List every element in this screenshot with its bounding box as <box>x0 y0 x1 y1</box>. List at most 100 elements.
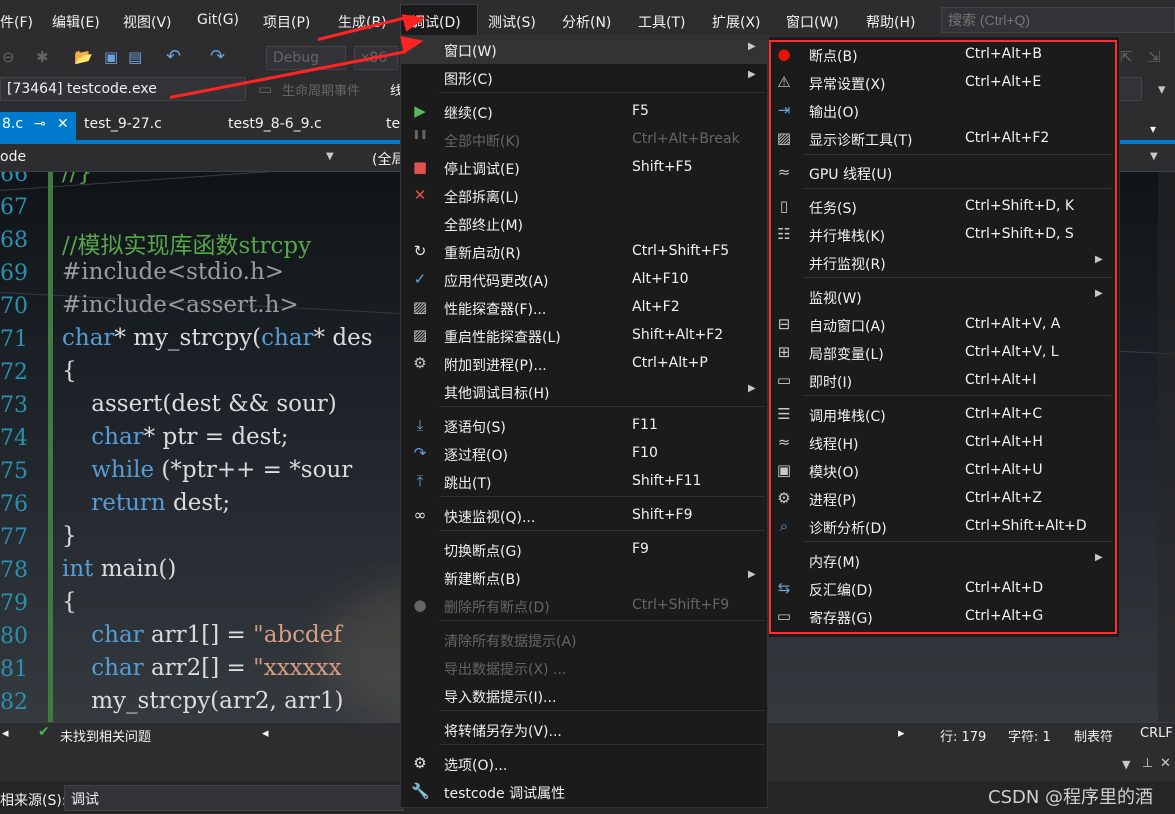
restart-icon: ↻ <box>413 242 427 260</box>
debug-menu-item[interactable]: ⚙ 选项(O)... <box>401 750 767 778</box>
menu-extensions[interactable]: 扩展(X) <box>712 12 761 32</box>
chevron-down-icon[interactable]: ▼ <box>326 151 334 162</box>
navigate-back-icon[interactable]: ⊖ <box>2 48 15 66</box>
debug-menu-item-shortcut: F11 <box>632 417 658 433</box>
debug-menu-item-label: 新建断点(B) <box>444 572 521 588</box>
tab-label-active[interactable]: 8.c <box>2 116 23 132</box>
debug-menu-item-label: 导入数据提示(I)... <box>444 690 557 706</box>
debug-menu-item[interactable]: ↻ 重新启动(R) Ctrl+Shift+F5 <box>401 238 767 266</box>
menu-window[interactable]: 窗口(W) <box>786 12 839 32</box>
debug-menu-item[interactable]: 图形(C) ▶ <box>401 64 767 92</box>
menu-tools[interactable]: 工具(T) <box>638 12 685 32</box>
stop-icon: ■ <box>412 158 428 176</box>
close-tab-icon[interactable]: ✕ <box>57 116 69 132</box>
menu-git[interactable]: Git(G) <box>197 12 239 28</box>
debug-menu-item[interactable]: 窗口(W) ▶ <box>401 36 767 64</box>
menu-help[interactable]: 帮助(H) <box>866 12 915 32</box>
pin2-icon[interactable]: ⇲ <box>1148 48 1161 66</box>
open-folder-icon[interactable]: 📂 <box>74 48 93 66</box>
debug-menu-item[interactable]: ▶ 继续(C) F5 <box>401 98 767 126</box>
hscroll-left-icon[interactable]: ◂ <box>262 726 269 741</box>
code-line[interactable]: char* my_strcpy(char* des <box>62 325 373 351</box>
toolbar-overflow-icon[interactable]: ▾ <box>1158 80 1166 98</box>
code-line[interactable]: char arr2[] = "xxxxxx <box>62 655 341 681</box>
code-line[interactable]: } <box>62 523 77 549</box>
column-indicator[interactable]: 字符: 1 <box>1008 726 1051 745</box>
debug-menu-item[interactable]: 其他调试目标(H) ▶ <box>401 378 767 406</box>
debug-menu-item[interactable]: 导入数据提示(I)... <box>401 682 767 710</box>
panel-dropdown-icon[interactable]: ▼ <box>1122 758 1130 771</box>
project-scope-dropdown[interactable]: ode <box>0 149 26 165</box>
menu-edit[interactable]: 编辑(E) <box>52 12 100 32</box>
line-number: 76 <box>0 492 28 517</box>
code-line[interactable]: return dest; <box>62 490 230 516</box>
menu-test[interactable]: 测试(S) <box>488 12 536 32</box>
menu-project[interactable]: 项目(P) <box>263 12 310 32</box>
code-line[interactable]: int main() <box>62 556 176 582</box>
vertical-scrollbar[interactable] <box>1158 172 1175 722</box>
debug-menu-item[interactable]: 全部终止(M) <box>401 210 767 238</box>
debug-menu-item[interactable]: ⤒ 跳出(T) Shift+F11 <box>401 468 767 496</box>
toolbar-dropdown-right[interactable] <box>1118 77 1142 101</box>
code-line[interactable]: #include<stdio.h> <box>62 259 284 285</box>
search-input[interactable] <box>941 7 1175 33</box>
tab-overflow-icon[interactable]: ▾ <box>1150 122 1156 136</box>
tab-te[interactable]: te <box>386 116 400 132</box>
line-ending-indicator[interactable]: CRLF <box>1140 726 1173 741</box>
panel-close-icon[interactable]: ✕ <box>1160 756 1171 771</box>
debug-menu-item[interactable]: ✓ 应用代码更改(A) Alt+F10 <box>401 266 767 294</box>
debug-menu-item-label: 性能探查器(F)... <box>444 302 547 318</box>
status-left-arrow-icon[interactable]: ◂ <box>2 726 9 741</box>
issues-status[interactable]: 未找到相关问题 <box>60 726 151 745</box>
debug-menu-item[interactable]: ∞ 快速监视(Q)... Shift+F9 <box>401 502 767 530</box>
code-line[interactable]: //模拟实现库函数strcpy <box>62 226 311 260</box>
debug-menu-item[interactable]: ⤓ 逐语句(S) F11 <box>401 412 767 440</box>
menu-file[interactable]: 件(F) <box>0 12 33 32</box>
indent-indicator[interactable]: 制表符 <box>1074 726 1113 745</box>
lifecycle-events-dropdown[interactable]: 生命周期事件 <box>282 80 360 99</box>
chevron-down-icon[interactable]: ▼ <box>1150 151 1158 162</box>
output-source-dropdown[interactable]: 调试 <box>64 785 404 811</box>
debug-menu-item-label: 窗口(W) <box>444 44 497 60</box>
menu-view[interactable]: 视图(V) <box>123 12 172 32</box>
debug-menu-item[interactable]: ▨ 重启性能探查器(L) Shift+Alt+F2 <box>401 322 767 350</box>
hscroll-right-icon[interactable]: ▸ <box>898 726 905 741</box>
debug-menu-item[interactable]: 将转储另存为(V)... <box>401 716 767 744</box>
debug-menu-item[interactable]: 新建断点(B) ▶ <box>401 564 767 592</box>
debug-menu-item[interactable]: ❚❚ 全部中断(K) Ctrl+Alt+Break <box>401 126 767 154</box>
debug-menu-item[interactable]: ■ 停止调试(E) Shift+F5 <box>401 154 767 182</box>
debug-menu-item-label: 停止调试(E) <box>444 162 520 178</box>
redo-icon[interactable]: ↷ <box>210 46 225 67</box>
debug-menu-item[interactable]: ▨ 性能探查器(F)... Alt+F2 <box>401 294 767 322</box>
debug-menu-item[interactable]: 切换断点(G) F9 <box>401 536 767 564</box>
save-icon[interactable]: ▣ <box>104 48 118 66</box>
code-line[interactable]: char* ptr = dest; <box>62 424 288 450</box>
delete-breakpoints-icon: ● <box>413 596 427 614</box>
code-line[interactable]: my_strcpy(arr2, arr1) <box>62 688 343 714</box>
code-line[interactable]: while (*ptr++ = *sour <box>62 457 352 483</box>
tab-test-9-27[interactable]: test_9-27.c <box>84 116 162 132</box>
code-line[interactable]: { <box>62 589 77 615</box>
gear-icon: ⚙ <box>413 754 427 772</box>
debug-menu-item[interactable]: 清除所有数据提示(A) <box>401 626 767 654</box>
new-project-icon[interactable]: ✱ <box>36 48 49 66</box>
panel-pin-icon[interactable]: ⊥ <box>1142 756 1153 771</box>
debug-menu-item[interactable]: ✕ 全部拆离(L) <box>401 182 767 210</box>
debug-menu-item[interactable]: ⚙ 附加到进程(P)... Ctrl+Alt+P <box>401 350 767 378</box>
debug-menu-item[interactable]: 🔧 testcode 调试属性 <box>401 778 767 806</box>
line-indicator[interactable]: 行: 179 <box>940 726 986 745</box>
code-line[interactable]: { <box>62 358 77 384</box>
debug-menu-item[interactable]: 导出数据提示(X) ... <box>401 654 767 682</box>
pin-icon[interactable]: ⇱ <box>1120 48 1133 66</box>
pin-tab-icon[interactable]: ⊸ <box>34 116 46 132</box>
tab-test9-8-6-9[interactable]: test9_8-6_9.c <box>228 116 322 132</box>
code-line[interactable]: char arr1[] = "abcdef <box>62 622 342 648</box>
undo-icon[interactable]: ↶ <box>166 46 181 67</box>
code-line[interactable]: assert(dest && sour) <box>62 391 337 417</box>
code-line[interactable]: #include<assert.h> <box>62 292 299 318</box>
menu-analyze[interactable]: 分析(N) <box>562 12 611 32</box>
debug-menu-item[interactable]: ● 删除所有断点(D) Ctrl+Shift+F9 <box>401 592 767 620</box>
save-all-icon[interactable]: ▤ <box>128 48 142 66</box>
debug-menu-item[interactable]: ↷ 逐过程(O) F10 <box>401 440 767 468</box>
code-line[interactable]: //} <box>62 172 92 186</box>
